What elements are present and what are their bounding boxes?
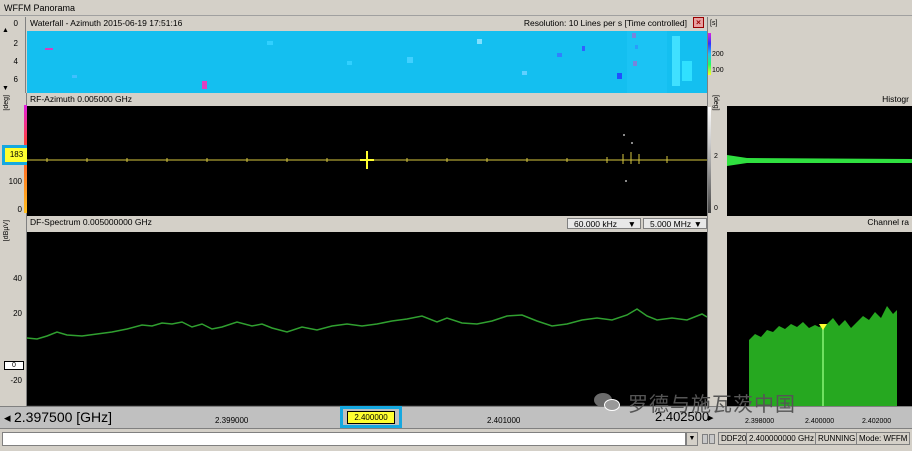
azimuth-tick-0: 0 [17, 205, 22, 214]
waterfall-resolution: Resolution: 10 Lines per s [Time control… [523, 18, 687, 28]
spectrum-ref-marker[interactable]: 0 [4, 361, 24, 370]
channel-tick-0: 2.398000 [745, 418, 775, 425]
channel-display [727, 232, 912, 406]
spectrum-left-scale: [dBµV] 40 20 0 -20 [0, 216, 27, 406]
freq-start-label: 2.397500 [GHz] [14, 409, 113, 425]
histogram-header: Histogr [727, 93, 912, 106]
watermark: 罗德与施瓦茨中国 [594, 388, 796, 416]
span-value: 5.000 MHz [650, 219, 692, 229]
azimuth-plot [27, 134, 707, 182]
spectrum-header: DF-Spectrum 0.005000000 GHz 60.000 kHz ▼… [27, 216, 707, 232]
command-input[interactable] [2, 432, 686, 446]
spectrum-ref-text: 0 [12, 362, 16, 369]
command-dropdown-button[interactable]: ▼ [686, 432, 698, 446]
spectrum-tick-40: 40 [13, 274, 22, 283]
spectrum-display [26, 232, 708, 407]
waterfall-scale-2: 2 [13, 39, 18, 48]
channel-header: Channel ra [727, 216, 912, 229]
azimuth-right-tick-0: 0 [714, 205, 718, 212]
waterfall-title: Waterfall - Azimuth 2015-06-19 17:51:16 [30, 18, 183, 28]
histogram-display [727, 106, 912, 216]
status-state: RUNNING [815, 432, 859, 445]
azimuth-tick-100: 100 [8, 177, 22, 186]
chevron-down-icon[interactable]: ▼ [628, 219, 636, 229]
waterfall-pixels [45, 31, 692, 93]
center-freq-value: 2.400000 [347, 411, 395, 424]
wechat-icon [594, 391, 622, 413]
azimuth-right-tick-2: 2 [714, 153, 718, 160]
waterfall-scale-200: 200 [712, 51, 724, 58]
channel-plot [749, 306, 897, 406]
up-arrow-icon[interactable]: ▲ [2, 27, 9, 34]
waterfall-scale-6: 6 [13, 75, 18, 84]
spectrum-tick-20: 20 [13, 309, 22, 318]
azimuth-title: RF-Azimuth 0.005000 GHz [30, 94, 133, 104]
spectrum-plot [26, 308, 708, 407]
azimuth-unit: [deg] [3, 95, 10, 111]
crosshair-icon[interactable] [360, 151, 374, 169]
waterfall-header: Waterfall - Azimuth 2015-06-19 17:51:16 … [27, 17, 707, 30]
azimuth-right-scale: [deg] 2 0 [707, 93, 727, 216]
histogram-title: Histogr [882, 94, 909, 104]
left-arrow-icon[interactable]: ◂ [4, 410, 11, 426]
waterfall-scale-unit: [s] [710, 20, 718, 27]
status-light-1 [702, 434, 708, 444]
azimuth-header: RF-Azimuth 0.005000 GHz [27, 93, 707, 106]
channel-tick-1: 2.400000 [805, 418, 835, 425]
freq-tick-2.399: 2.399000 [215, 416, 249, 425]
channel-title: Channel ra [867, 217, 909, 227]
spectrum-right-divider [707, 216, 727, 406]
span-select[interactable]: 5.000 MHz ▼ [643, 218, 707, 229]
color-bar [708, 33, 711, 75]
waterfall-left-scale: 0 2 4 6 ▲ ▼ [0, 17, 26, 93]
status-light-2 [709, 434, 715, 444]
watermark-text: 罗德与施瓦茨中国 [628, 391, 796, 416]
histogram-plot [727, 155, 912, 166]
waterfall-scale-4: 4 [13, 57, 18, 66]
spectrum-title: DF-Spectrum 0.005000000 GHz [30, 217, 152, 227]
bandwidth-value: 60.000 kHz [574, 219, 617, 229]
center-freq-box[interactable]: 2.400000 [340, 406, 402, 428]
chevron-down-icon[interactable]: ▼ [694, 219, 702, 229]
waterfall-color-scale: [s] 200 100 [707, 17, 727, 93]
window-title: WFFM Panorama [0, 0, 912, 16]
status-frequency: 2.400000000 GHz [746, 432, 817, 445]
status-mode: Mode: WFFM [856, 432, 911, 445]
spectrum-tick-minus20: -20 [10, 376, 22, 385]
azimuth-right-unit: [deg] [712, 95, 719, 111]
close-icon[interactable]: × [693, 17, 704, 28]
down-arrow-icon[interactable]: ▼ [2, 85, 9, 92]
azimuth-display [27, 106, 707, 216]
waterfall-right-empty [727, 17, 912, 93]
status-bar: ▼ DDF205 2.400000000 GHz RUNNING Mode: W… [0, 428, 912, 451]
waterfall-display [27, 31, 707, 93]
azimuth-marker-text: 183 [9, 150, 24, 159]
freq-tick-2.401: 2.401000 [487, 416, 521, 425]
spectrum-unit: [dBµV] [3, 220, 10, 242]
waterfall-scale-100: 100 [712, 67, 724, 74]
channel-tick-2: 2.402000 [862, 418, 892, 425]
azimuth-right-bar [708, 107, 711, 213]
bandwidth-select[interactable]: 60.000 kHz ▼ [567, 218, 641, 229]
